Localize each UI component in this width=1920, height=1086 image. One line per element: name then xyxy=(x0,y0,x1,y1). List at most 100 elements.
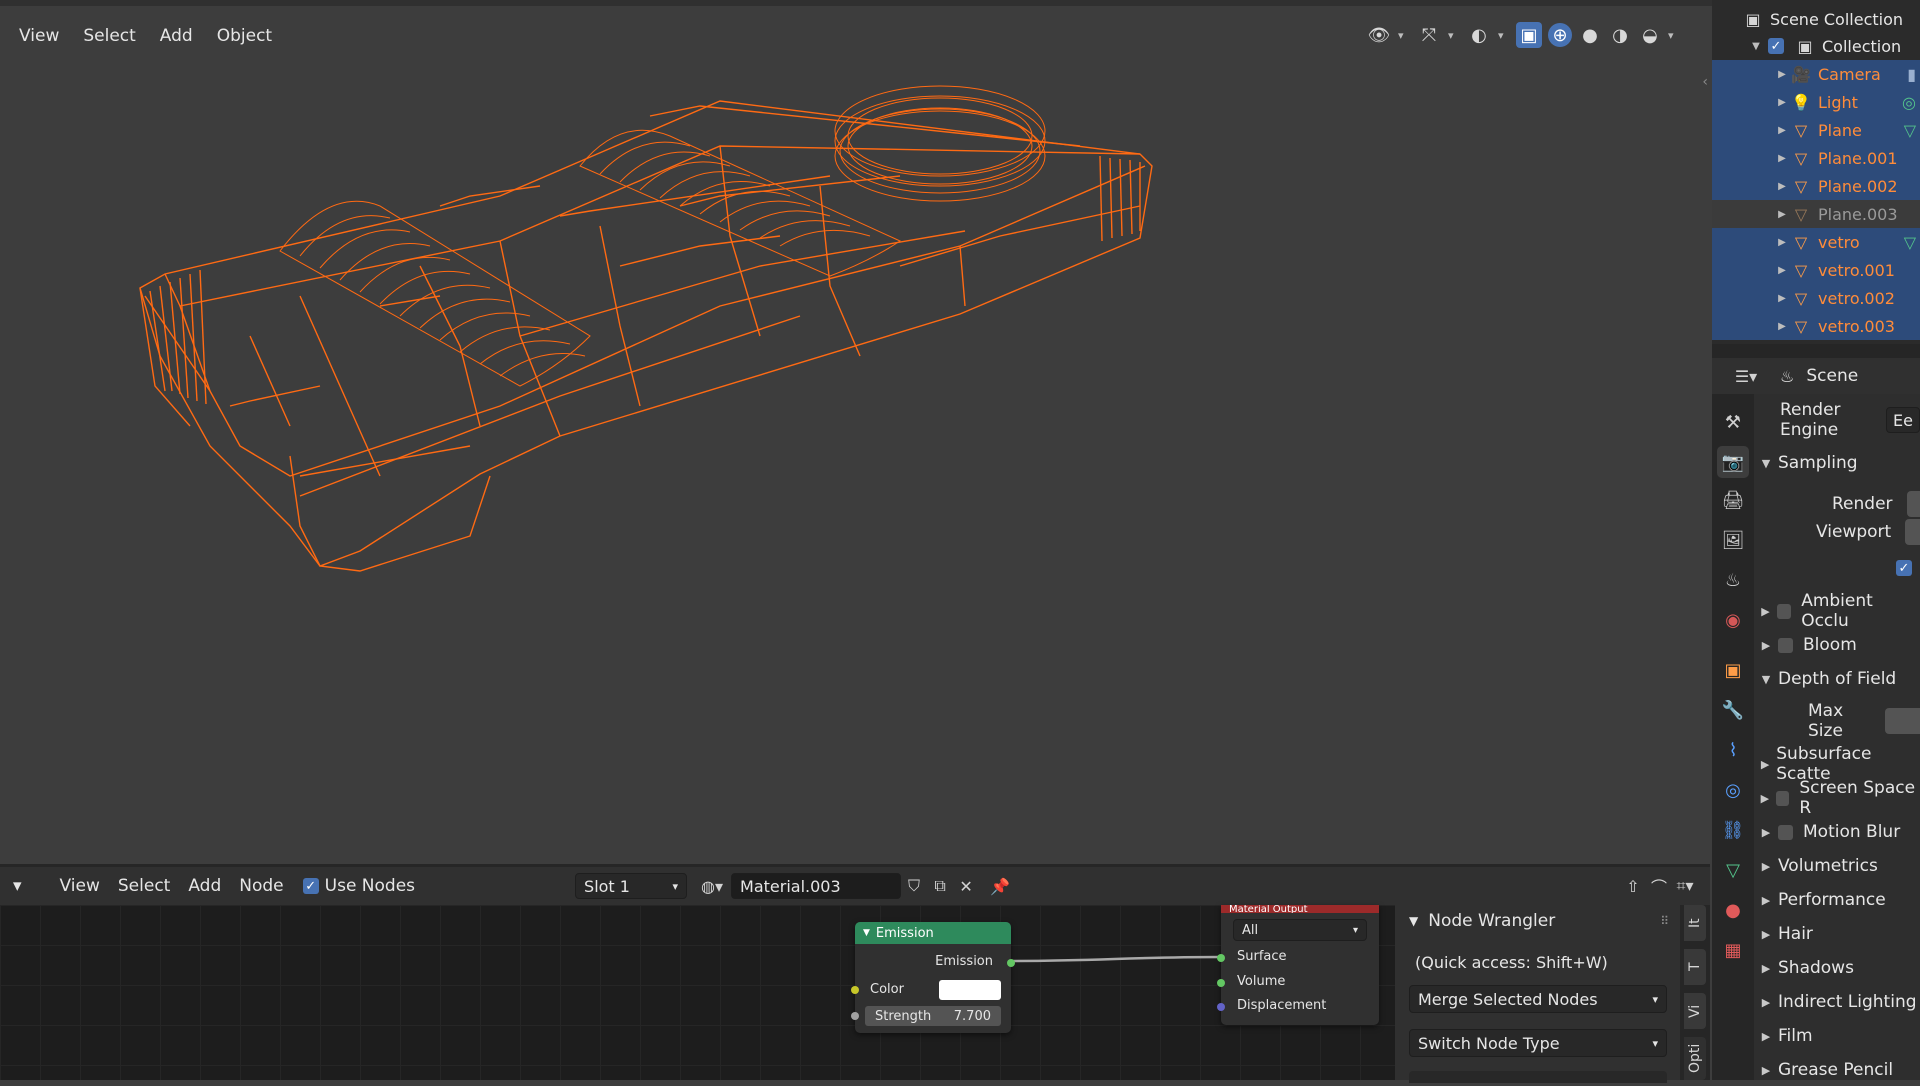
mesh-data-icon[interactable]: ▽ xyxy=(1904,233,1916,252)
performance-panel[interactable]: ▶ Performance xyxy=(1754,884,1920,916)
outliner-item-plane-002[interactable]: ▶ ▽ Plane.002 xyxy=(1712,172,1920,200)
checkbox-icon[interactable]: ✓ xyxy=(1896,560,1912,576)
max-size-field[interactable] xyxy=(1885,708,1920,734)
emission-node-header[interactable]: ▼ Emission xyxy=(855,922,1011,944)
emission-output-socket[interactable] xyxy=(1007,959,1015,967)
indirect-lighting-panel[interactable]: ▶ Indirect Lighting xyxy=(1754,986,1920,1018)
data-tab-icon[interactable]: ▽ xyxy=(1717,854,1749,886)
collection-row[interactable]: ▼ ✓ ▣ Collection xyxy=(1712,32,1920,60)
collapse-triangle-icon[interactable]: ▼ xyxy=(863,928,870,938)
expand-triangle-icon[interactable]: ▶ xyxy=(1774,153,1790,164)
mesh-data-icon[interactable]: ▽ xyxy=(1904,121,1916,140)
slot-dropdown[interactable]: Slot 1 ▾ xyxy=(575,873,688,899)
particles-tab-icon[interactable]: ⌇ xyxy=(1717,734,1749,766)
expand-triangle-icon[interactable]: ▶ xyxy=(1774,321,1790,332)
light-data-icon[interactable]: ◎ xyxy=(1902,93,1916,112)
viewport-samples-field[interactable] xyxy=(1905,519,1920,545)
checkbox-icon[interactable]: ✓ xyxy=(1768,38,1784,54)
outliner-item-vetro-003[interactable]: ▶ ▽ vetro.003 xyxy=(1712,312,1920,340)
node-editor-canvas[interactable]: ▼ Emission Emission Color Strength 7.700… xyxy=(0,905,1395,1080)
film-panel[interactable]: ▶ Film xyxy=(1754,1020,1920,1052)
outliner-item-plane-001[interactable]: ▶ ▽ Plane.001 xyxy=(1712,144,1920,172)
panel-checkbox[interactable] xyxy=(1778,824,1793,840)
render-tab-icon[interactable]: 📷 xyxy=(1717,446,1749,478)
node-menu-select[interactable]: Select xyxy=(109,870,179,902)
expand-triangle-icon[interactable]: ▶ xyxy=(1774,125,1790,136)
3d-viewport[interactable]: View Select Add Object 👁 ▾ ⤧ ▾ ◐ ▾ ▣ ⊕ ● ◑ … xyxy=(0,6,1710,864)
node-menu-view[interactable]: View xyxy=(51,870,109,902)
outliner-item-plane-003[interactable]: ▶ ▽ Plane.003 xyxy=(1712,200,1920,228)
surface-input-socket[interactable] xyxy=(1217,954,1225,962)
camera-data-icon[interactable]: ▮ xyxy=(1907,65,1916,84)
panel-checkbox[interactable] xyxy=(1778,637,1793,653)
hair-panel[interactable]: ▶ Hair xyxy=(1754,918,1920,950)
outliner-item-vetro-002[interactable]: ▶ ▽ vetro.002 xyxy=(1712,284,1920,312)
output-target-dropdown[interactable]: All ▾ xyxy=(1233,919,1367,941)
material-tab-icon[interactable]: ● xyxy=(1717,894,1749,926)
outliner-item-vetro-001[interactable]: ▶ ▽ vetro.001 xyxy=(1712,256,1920,284)
snap-icon[interactable]: ⌒ xyxy=(1646,873,1672,899)
tab-view[interactable]: Vi xyxy=(1684,993,1706,1029)
panel-checkbox[interactable] xyxy=(1775,790,1790,806)
editor-type-chevron-icon[interactable]: ▾ xyxy=(4,870,31,902)
expand-triangle-icon[interactable]: ▼ xyxy=(1748,41,1764,52)
expand-triangle-icon[interactable]: ▶ xyxy=(1774,265,1790,276)
view-layer-tab-icon[interactable]: 🖼 xyxy=(1717,524,1749,556)
fake-user-shield-icon[interactable]: ⛉ xyxy=(901,873,927,899)
node-menu-add[interactable]: Add xyxy=(179,870,230,902)
texture-tab-icon[interactable]: ▦ xyxy=(1717,934,1749,966)
world-tab-icon[interactable]: ◉ xyxy=(1717,604,1749,636)
snap-mode-icon[interactable]: ⌗▾ xyxy=(1672,873,1698,899)
checkbox-icon[interactable]: ✓ xyxy=(302,878,319,894)
depth-of-field-panel[interactable]: ▼ Depth of Field xyxy=(1754,663,1920,695)
screen-space-reflections-panel[interactable]: ▶ Screen Space R xyxy=(1754,778,1920,818)
scene-collection-row[interactable]: ▣ Scene Collection xyxy=(1712,4,1920,34)
constraints-tab-icon[interactable]: ⛓ xyxy=(1717,814,1749,846)
object-tab-icon[interactable]: ▣ xyxy=(1717,654,1749,686)
unlink-close-icon[interactable]: ✕ xyxy=(953,873,979,899)
shadows-panel[interactable]: ▶ Shadows xyxy=(1754,952,1920,984)
color-swatch[interactable] xyxy=(939,980,1001,1000)
expand-triangle-icon[interactable]: ▶ xyxy=(1774,209,1790,220)
modifier-tab-icon[interactable]: 🔧 xyxy=(1717,694,1749,726)
duplicate-material-icon[interactable]: ⧉ xyxy=(927,873,953,899)
panel-checkbox[interactable] xyxy=(1776,603,1792,619)
output-tab-icon[interactable]: 🖨 xyxy=(1717,484,1749,516)
outliner-item-camera[interactable]: ▶ 🎥 Camera ▮ xyxy=(1712,60,1920,88)
outliner-item-vetro[interactable]: ▶ ▽ vetro ▽ xyxy=(1712,228,1920,256)
merge-nodes-dropdown[interactable]: Merge Selected Nodes ▾ xyxy=(1409,985,1667,1013)
render-samples-field[interactable] xyxy=(1906,491,1920,517)
color-input-socket[interactable] xyxy=(851,986,859,994)
pin-icon[interactable]: 📌 xyxy=(987,873,1013,899)
expand-triangle-icon[interactable]: ▶ xyxy=(1774,181,1790,192)
parent-node-tree-icon[interactable]: ⇧ xyxy=(1620,873,1646,899)
outliner[interactable]: ▣ Scene Collection ▼ ✓ ▣ Collection ▶ 🎥 … xyxy=(1712,0,1920,344)
material-browse-icon[interactable]: ◍▾ xyxy=(699,873,725,899)
drag-handle-icon[interactable]: ⠿ xyxy=(1660,914,1669,928)
tool-tab-icon[interactable]: ⚒ xyxy=(1717,406,1749,438)
editor-type-icon[interactable]: ☰▾ xyxy=(1726,363,1766,389)
use-nodes-toggle[interactable]: ✓ Use Nodes xyxy=(302,876,415,896)
sampling-panel-header[interactable]: ▼ Sampling xyxy=(1754,447,1920,479)
volumetrics-panel[interactable]: ▶ Volumetrics xyxy=(1754,850,1920,882)
outliner-item-plane[interactable]: ▶ ▽ Plane ▽ xyxy=(1712,116,1920,144)
physics-tab-icon[interactable]: ◎ xyxy=(1717,774,1749,806)
subsurface-scattering-panel[interactable]: ▶ Subsurface Scatte xyxy=(1754,744,1920,784)
material-name-field[interactable]: Material.003 xyxy=(731,873,902,899)
expand-triangle-icon[interactable]: ▶ xyxy=(1774,293,1790,304)
node-menu-node[interactable]: Node xyxy=(230,870,292,902)
displacement-input-socket[interactable] xyxy=(1217,1003,1225,1011)
tab-options[interactable]: Opti xyxy=(1684,1037,1706,1080)
scene-tab-icon[interactable]: ♨ xyxy=(1717,564,1749,596)
next-dropdown-partial[interactable] xyxy=(1409,1071,1667,1083)
strength-field[interactable]: Strength 7.700 xyxy=(865,1006,1001,1026)
render-engine-dropdown[interactable]: Ee xyxy=(1886,407,1920,433)
strength-input-socket[interactable] xyxy=(851,1012,859,1020)
expand-triangle-icon[interactable]: ▶ xyxy=(1774,237,1790,248)
material-output-node[interactable]: Material Output All ▾ Surface Volume Disp… xyxy=(1217,905,1379,1025)
expand-triangle-icon[interactable]: ▶ xyxy=(1774,69,1790,80)
tab-item[interactable]: It xyxy=(1684,905,1706,941)
material-output-header[interactable]: Material Output xyxy=(1221,905,1379,913)
ambient-occlusion-panel[interactable]: ▶ Ambient Occlu xyxy=(1754,591,1920,631)
tab-tool[interactable]: T xyxy=(1684,949,1706,985)
